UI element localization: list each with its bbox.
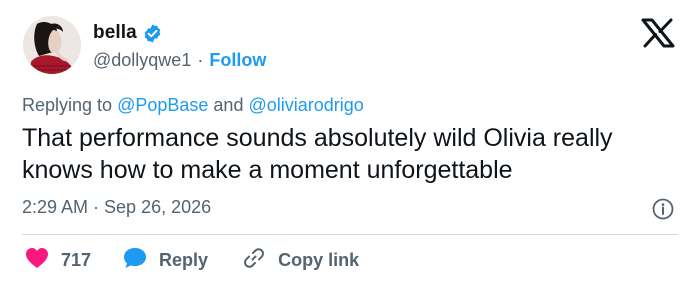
tweet-text: That performance sounds absolutely wild … — [22, 124, 613, 184]
info-icon[interactable] — [651, 197, 675, 221]
speech-bubble-icon — [123, 247, 147, 274]
user-handle[interactable]: @dollyqwe1 — [93, 50, 191, 71]
follow-button[interactable]: Follow — [209, 50, 266, 71]
display-name[interactable]: bella — [93, 22, 137, 44]
reply-button[interactable]: Reply — [123, 247, 208, 274]
mention-popbase[interactable]: @PopBase — [117, 95, 208, 115]
reply-label: Reply — [159, 249, 209, 270]
verified-badge-icon — [142, 23, 163, 44]
divider — [22, 234, 678, 235]
avatar[interactable] — [23, 16, 81, 74]
avatar-image — [23, 16, 81, 74]
name-row: bella — [93, 20, 163, 46]
x-logo-icon[interactable] — [640, 18, 676, 48]
replying-to: Replying to @PopBase and @oliviarodrigo — [22, 95, 364, 116]
tweet-card: bella @dollyqwe1 · Follow Replying to @P… — [0, 0, 700, 287]
tweet-timestamp[interactable]: 2:29 AM · Sep 26, 2026 — [22, 197, 211, 218]
heart-icon — [25, 247, 49, 274]
handle-row: @dollyqwe1 · Follow — [93, 48, 266, 72]
copy-link-label: Copy link — [278, 249, 360, 270]
like-button[interactable]: 717 — [25, 247, 91, 274]
action-bar: 717 Reply Copy link — [22, 247, 359, 273]
replying-prefix: Replying to — [22, 95, 113, 115]
replying-conjunction: and — [213, 95, 244, 115]
link-icon — [242, 246, 266, 275]
copy-link-button[interactable]: Copy link — [242, 246, 359, 275]
like-count: 717 — [61, 249, 92, 270]
separator-dot: · — [197, 49, 204, 70]
mention-oliviarodrigo[interactable]: @oliviarodrigo — [248, 95, 363, 115]
